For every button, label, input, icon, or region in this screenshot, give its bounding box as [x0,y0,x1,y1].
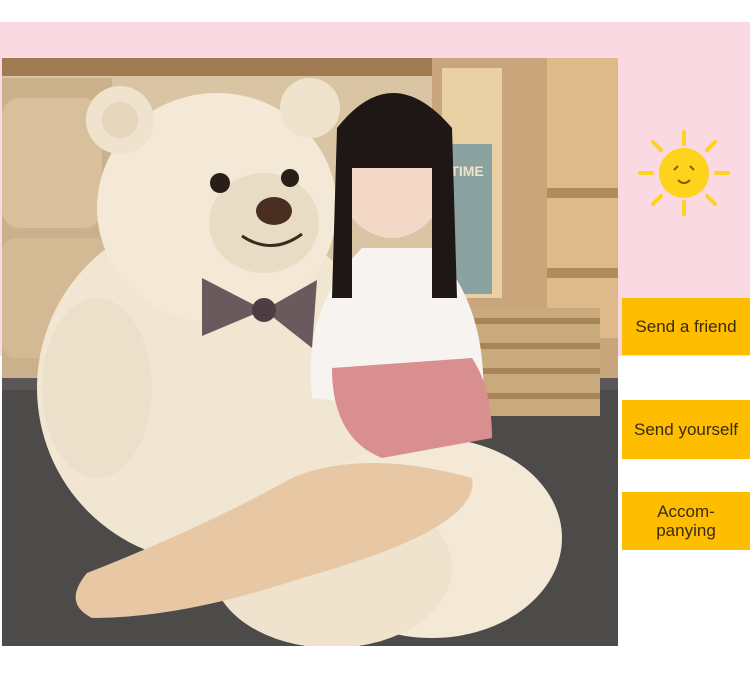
sun-icon [638,130,730,216]
send-yourself-tag: Send yourself [622,400,750,459]
tag-label-line: Send yourself [634,420,738,439]
accompanying-tag: Accom- panying [622,492,750,550]
tag-label-line: Accom- [657,502,715,521]
tag-label-line: panying [656,521,716,540]
product-photo: TIME [2,58,618,646]
tag-label-line: Send a friend [635,317,737,336]
wooden-crate [472,308,600,416]
send-a-friend-tag: Send a friend [622,298,750,355]
sign-label: TIME [450,163,483,179]
